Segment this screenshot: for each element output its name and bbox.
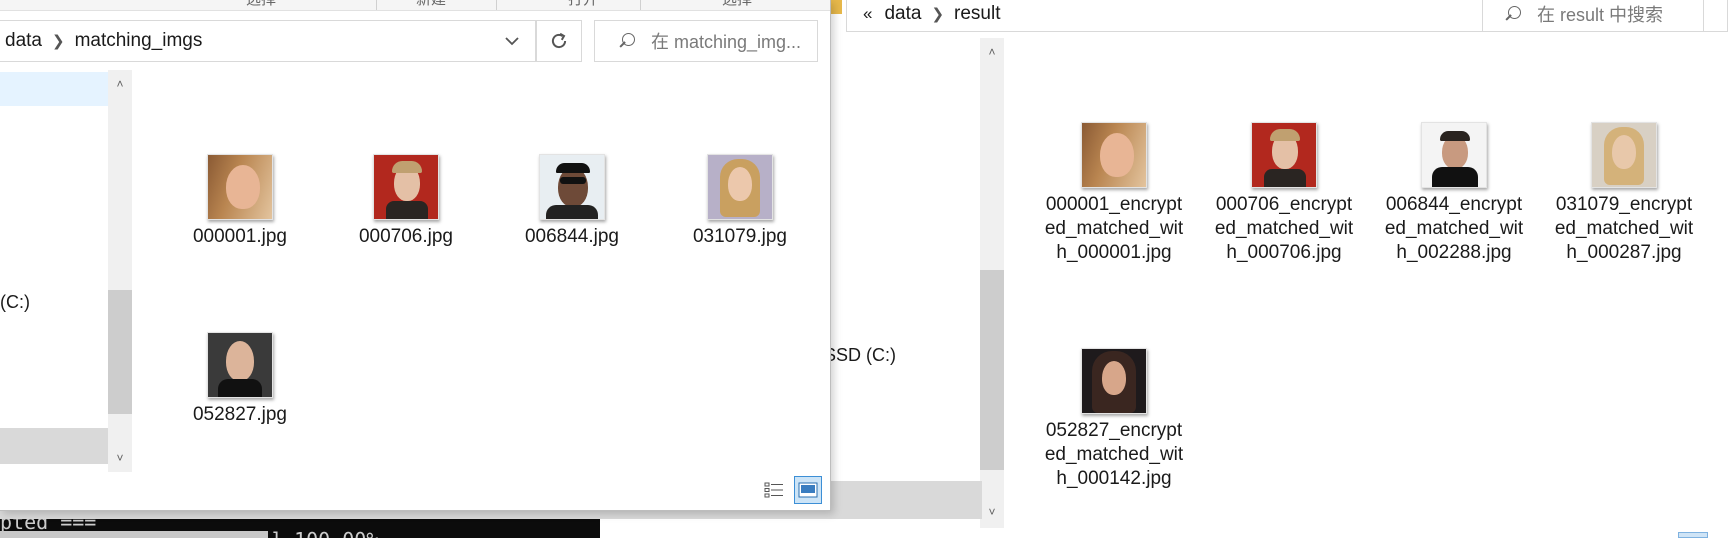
scroll-up-icon[interactable]: ˄ (980, 42, 1004, 62)
image-thumbnail (539, 154, 605, 220)
search-placeholder: 在 matching_img... (651, 32, 802, 52)
nav-drive-label: SSD (C:) (824, 345, 896, 365)
file-name: 000001_encrypted_matched_with_000001.jpg (1044, 194, 1184, 263)
image-thumbnail (1081, 122, 1147, 188)
image-thumbnail (207, 154, 273, 220)
resize-grip[interactable] (1678, 532, 1708, 538)
ribbon-tab[interactable]: 新建 (416, 0, 446, 9)
refresh-icon (551, 32, 567, 49)
image-thumbnail (1081, 348, 1147, 414)
explorer-window-matching-imgs: 选择 新建 打开 选择 data ❯ matching_imgs 在 match… (0, 0, 831, 511)
image-thumbnail (207, 332, 273, 398)
breadcrumb-item-data[interactable]: data (5, 30, 42, 52)
file-item[interactable]: 000001_encrypted_matched_with_000001.jpg (1044, 122, 1184, 265)
details-view-icon (764, 482, 783, 498)
file-item[interactable]: 031079_encrypted_matched_with_000287.jpg (1554, 122, 1694, 265)
breadcrumb-overflow[interactable]: « (863, 4, 872, 24)
ribbon-tab[interactable]: 打开 (568, 0, 598, 9)
chevron-down-icon (505, 37, 519, 46)
breadcrumb-item-matching-imgs[interactable]: matching_imgs (75, 30, 203, 52)
file-name: 000001.jpg (192, 226, 288, 247)
file-name: 006844_encrypted_matched_with_002288.jpg (1384, 194, 1524, 263)
search-placeholder: 在 result 中搜索 (1537, 5, 1664, 25)
view-switcher (760, 476, 822, 504)
file-item[interactable]: 000706_encrypted_matched_with_000706.jpg (1214, 122, 1354, 265)
image-thumbnail (1591, 122, 1657, 188)
scrollbar-thumb[interactable] (108, 290, 132, 414)
ribbon-tab[interactable]: 选择 (246, 0, 276, 9)
nav-drive-label: (C:) (0, 292, 30, 312)
breadcrumb-item-result[interactable]: result (954, 3, 1000, 25)
search-input[interactable]: 在 matching_img... (594, 20, 818, 62)
image-thumbnail (707, 154, 773, 220)
terminal-progress-text: ] 100.00% (270, 528, 378, 538)
file-name: 000706.jpg (358, 226, 454, 247)
file-name: 052827.jpg (192, 404, 288, 425)
file-item[interactable]: 000001.jpg (180, 154, 300, 249)
file-name: 006844.jpg (524, 226, 620, 247)
search-icon (619, 33, 635, 49)
file-item[interactable]: 006844.jpg (512, 154, 632, 249)
nav-drive-c[interactable]: (C:) (0, 292, 30, 313)
image-thumbnail (1251, 122, 1317, 188)
chevron-right-icon[interactable]: ❯ (931, 5, 944, 23)
nav-selected-band[interactable] (0, 428, 108, 464)
navigation-pane: (C:) (0, 68, 108, 468)
nav-selected-item[interactable] (0, 72, 108, 106)
file-item[interactable]: 006844_encrypted_matched_with_002288.jpg (1384, 122, 1524, 265)
nav-scrollbar[interactable]: ˄ ˅ (980, 38, 1004, 528)
file-item[interactable]: 052827_encrypted_matched_with_000142.jpg (1044, 348, 1184, 491)
folder-icon (830, 0, 842, 14)
details-view-button[interactable] (760, 476, 788, 504)
scroll-up-icon[interactable]: ˄ (108, 74, 132, 94)
file-item[interactable]: 052827.jpg (180, 332, 300, 427)
address-dropdown-button[interactable] (495, 21, 529, 61)
file-name: 031079.jpg (692, 226, 788, 247)
address-bar[interactable]: data ❯ matching_imgs (0, 20, 536, 62)
image-thumbnail (1421, 122, 1487, 188)
nav-drive-c[interactable]: SSD (C:) (824, 345, 896, 366)
file-item[interactable]: 000706.jpg (346, 154, 466, 249)
ribbon-tab[interactable]: 选择 (722, 0, 752, 9)
large-icons-view-icon (798, 482, 818, 498)
chevron-right-icon[interactable]: ❯ (52, 32, 65, 50)
scroll-down-icon[interactable]: ˅ (108, 448, 132, 468)
image-thumbnail (373, 154, 439, 220)
breadcrumb-item-data[interactable]: data (884, 3, 921, 25)
file-name: 052827_encrypted_matched_with_000142.jpg (1044, 420, 1184, 489)
nav-scrollbar[interactable]: ˄ ˅ (108, 70, 132, 472)
file-name: 031079_encrypted_matched_with_000287.jpg (1554, 194, 1694, 263)
refresh-button[interactable] (536, 20, 582, 62)
file-name: 000706_encrypted_matched_with_000706.jpg (1214, 194, 1354, 263)
search-input-result[interactable]: 在 result 中搜索 (1482, 0, 1704, 32)
scroll-down-icon[interactable]: ˅ (980, 502, 1004, 522)
scrollbar-thumb[interactable] (980, 270, 1004, 470)
ribbon: 选择 新建 打开 选择 (0, 0, 830, 11)
file-item[interactable]: 031079.jpg (680, 154, 800, 249)
search-icon (1505, 6, 1521, 22)
large-icons-view-button[interactable] (794, 476, 822, 504)
terminal-progress-bar (0, 531, 268, 538)
